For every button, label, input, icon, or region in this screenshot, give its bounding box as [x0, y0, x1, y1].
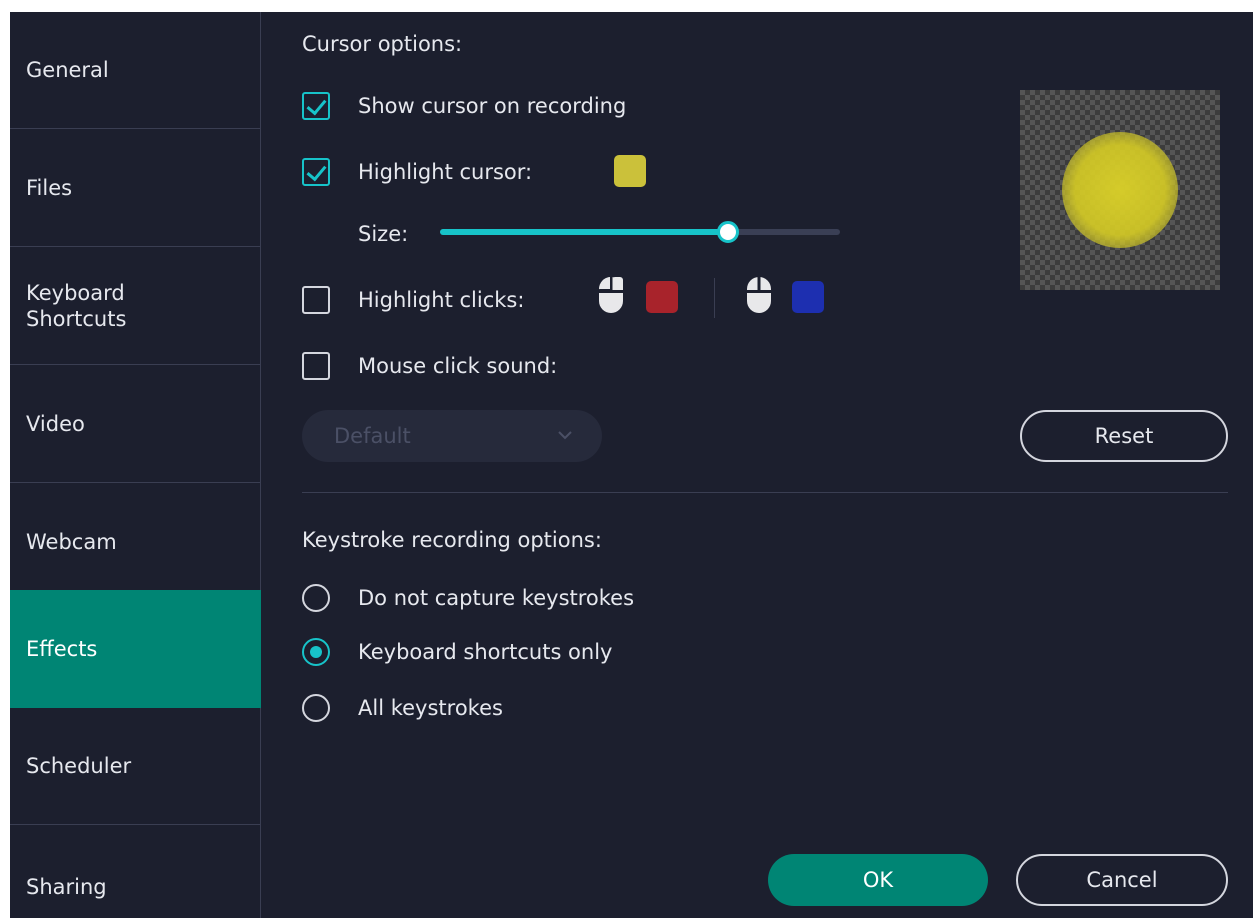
- ok-button[interactable]: OK: [768, 854, 988, 906]
- radio-shortcuts-only[interactable]: [302, 638, 330, 666]
- keystroke-options-heading: Keystroke recording options:: [302, 528, 602, 552]
- sidebar-item-keyboard-shortcuts[interactable]: Keyboard Shortcuts: [10, 248, 261, 365]
- radio-no-keystrokes[interactable]: [302, 584, 330, 612]
- size-slider-fill: [440, 229, 728, 235]
- section-divider: [302, 492, 1228, 493]
- click-sound-dropdown-value: Default: [334, 424, 411, 448]
- sidebar-item-label: Webcam: [26, 530, 117, 554]
- sidebar-item-label: Scheduler: [26, 754, 132, 778]
- cursor-highlight-glow: [1062, 132, 1178, 248]
- sidebar-item-label: Effects: [26, 636, 98, 661]
- right-click-mouse-icon: [747, 277, 771, 313]
- show-cursor-label: Show cursor on recording: [358, 94, 627, 118]
- highlight-clicks-label: Highlight clicks:: [358, 288, 525, 312]
- sidebar-item-label: Keyboard Shortcuts: [26, 281, 127, 331]
- sidebar-item-scheduler[interactable]: Scheduler: [10, 708, 261, 825]
- left-click-mouse-icon: [598, 277, 623, 313]
- cursor-highlight-preview: [1020, 90, 1220, 290]
- show-cursor-checkbox[interactable]: [302, 92, 330, 120]
- sidebar-item-sharing[interactable]: Sharing: [10, 826, 261, 918]
- click-sound-dropdown[interactable]: Default: [302, 410, 602, 462]
- right-click-color-swatch[interactable]: [792, 281, 824, 313]
- highlight-cursor-color-swatch[interactable]: [614, 155, 646, 187]
- radio-no-keystrokes-label: Do not capture keystrokes: [358, 586, 635, 610]
- effects-panel: Cursor options: Show cursor on recording…: [262, 12, 1253, 918]
- chevron-down-icon: [558, 431, 572, 440]
- mouse-click-sound-label: Mouse click sound:: [358, 354, 558, 378]
- size-label: Size:: [358, 222, 409, 246]
- radio-shortcuts-only-label: Keyboard shortcuts only: [358, 640, 613, 664]
- sidebar-item-label: General: [26, 58, 109, 82]
- sidebar-item-effects[interactable]: Effects: [10, 590, 261, 708]
- size-slider[interactable]: [440, 221, 840, 243]
- sidebar-item-label: Sharing: [26, 875, 107, 899]
- sidebar-item-general[interactable]: General: [10, 12, 261, 129]
- highlight-cursor-checkbox[interactable]: [302, 158, 330, 186]
- sidebar-item-label: Files: [26, 176, 73, 200]
- sidebar-item-webcam[interactable]: Webcam: [10, 484, 261, 601]
- sidebar-item-label: Video: [26, 412, 85, 436]
- clicks-divider: [714, 278, 715, 318]
- cursor-options-heading: Cursor options:: [302, 32, 463, 56]
- sidebar: General Files Keyboard Shortcuts Video W…: [10, 12, 261, 918]
- cancel-button[interactable]: Cancel: [1016, 854, 1228, 906]
- highlight-cursor-label: Highlight cursor:: [358, 160, 533, 184]
- reset-button[interactable]: Reset: [1020, 410, 1228, 462]
- size-slider-thumb[interactable]: [717, 221, 739, 243]
- settings-window: General Files Keyboard Shortcuts Video W…: [10, 12, 1253, 918]
- sidebar-item-video[interactable]: Video: [10, 366, 261, 483]
- left-click-color-swatch[interactable]: [646, 281, 678, 313]
- radio-all-keystrokes-label: All keystrokes: [358, 696, 503, 720]
- sidebar-item-files[interactable]: Files: [10, 130, 261, 247]
- mouse-click-sound-checkbox[interactable]: [302, 352, 330, 380]
- highlight-clicks-checkbox[interactable]: [302, 286, 330, 314]
- radio-all-keystrokes[interactable]: [302, 694, 330, 722]
